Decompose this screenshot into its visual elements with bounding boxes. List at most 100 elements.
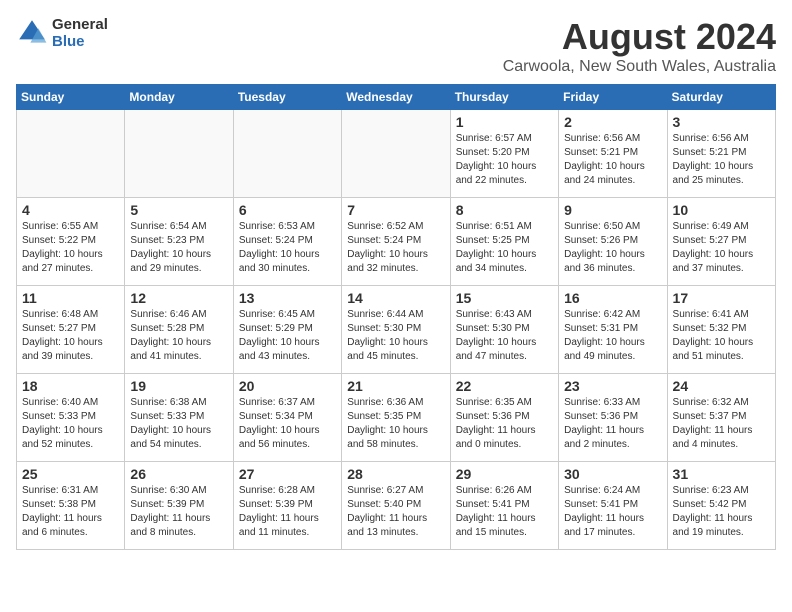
day-cell: 20 Sunrise: 6:37 AM Sunset: 5:34 PM Dayli… bbox=[233, 374, 341, 462]
header-saturday: Saturday bbox=[667, 85, 775, 110]
logo-icon bbox=[16, 17, 48, 49]
day-info: Sunrise: 6:23 AM Sunset: 5:42 PM Dayligh… bbox=[673, 484, 770, 540]
title-section: August 2024 Carwoola, New South Wales, A… bbox=[503, 16, 776, 76]
day-info: Sunrise: 6:36 AM Sunset: 5:35 PM Dayligh… bbox=[347, 396, 444, 452]
calendar-title: August 2024 bbox=[503, 16, 776, 58]
day-info: Sunrise: 6:48 AM Sunset: 5:27 PM Dayligh… bbox=[22, 308, 119, 364]
day-cell: 22 Sunrise: 6:35 AM Sunset: 5:36 PM Dayli… bbox=[450, 374, 558, 462]
day-info: Sunrise: 6:51 AM Sunset: 5:25 PM Dayligh… bbox=[456, 220, 553, 276]
day-number: 2 bbox=[564, 114, 661, 130]
day-cell: 18Sunrise: 6:40 AM Sunset: 5:33 PM Dayli… bbox=[17, 374, 125, 462]
day-number: 26 bbox=[130, 466, 227, 482]
day-cell bbox=[125, 110, 233, 198]
day-info: Sunrise: 6:50 AM Sunset: 5:26 PM Dayligh… bbox=[564, 220, 661, 276]
day-cell: 24Sunrise: 6:32 AM Sunset: 5:37 PM Dayli… bbox=[667, 374, 775, 462]
day-info: Sunrise: 6:38 AM Sunset: 5:33 PM Dayligh… bbox=[130, 396, 227, 452]
day-info: Sunrise: 6:43 AM Sunset: 5:30 PM Dayligh… bbox=[456, 308, 553, 364]
day-info: Sunrise: 6:54 AM Sunset: 5:23 PM Dayligh… bbox=[130, 220, 227, 276]
day-info: Sunrise: 6:44 AM Sunset: 5:30 PM Dayligh… bbox=[347, 308, 444, 364]
day-number: 23 bbox=[564, 378, 661, 394]
day-info: Sunrise: 6:37 AM Sunset: 5:34 PM Dayligh… bbox=[239, 396, 336, 452]
day-number: 1 bbox=[456, 114, 553, 130]
day-cell: 25 Sunrise: 6:31 AM Sunset: 5:38 PM Dayli… bbox=[17, 462, 125, 550]
day-info: Sunrise: 6:56 AM Sunset: 5:21 PM Dayligh… bbox=[564, 132, 661, 188]
day-cell: 14Sunrise: 6:44 AM Sunset: 5:30 PM Dayli… bbox=[342, 286, 450, 374]
day-number: 19 bbox=[130, 378, 227, 394]
day-number: 22 bbox=[456, 378, 553, 394]
day-number: 20 bbox=[239, 378, 336, 394]
day-cell: 30 Sunrise: 6:24 AM Sunset: 5:41 PM Dayli… bbox=[559, 462, 667, 550]
header-wednesday: Wednesday bbox=[342, 85, 450, 110]
day-number: 21 bbox=[347, 378, 444, 394]
day-info: Sunrise: 6:45 AM Sunset: 5:29 PM Dayligh… bbox=[239, 308, 336, 364]
day-cell: 9 Sunrise: 6:50 AM Sunset: 5:26 PM Daylig… bbox=[559, 198, 667, 286]
day-info: Sunrise: 6:33 AM Sunset: 5:36 PM Dayligh… bbox=[564, 396, 661, 452]
day-number: 17 bbox=[673, 290, 770, 306]
day-number: 13 bbox=[239, 290, 336, 306]
day-number: 12 bbox=[130, 290, 227, 306]
day-cell: 26 Sunrise: 6:30 AM Sunset: 5:39 PM Dayli… bbox=[125, 462, 233, 550]
day-cell: 4Sunrise: 6:55 AM Sunset: 5:22 PM Daylig… bbox=[17, 198, 125, 286]
day-cell: 15 Sunrise: 6:43 AM Sunset: 5:30 PM Dayli… bbox=[450, 286, 558, 374]
header-tuesday: Tuesday bbox=[233, 85, 341, 110]
day-number: 8 bbox=[456, 202, 553, 218]
header-thursday: Thursday bbox=[450, 85, 558, 110]
header-sunday: Sunday bbox=[17, 85, 125, 110]
day-cell: 31 Sunrise: 6:23 AM Sunset: 5:42 PM Dayli… bbox=[667, 462, 775, 550]
day-info: Sunrise: 6:46 AM Sunset: 5:28 PM Dayligh… bbox=[130, 308, 227, 364]
day-info: Sunrise: 6:52 AM Sunset: 5:24 PM Dayligh… bbox=[347, 220, 444, 276]
logo-text: General Blue bbox=[52, 16, 108, 50]
day-number: 31 bbox=[673, 466, 770, 482]
day-number: 29 bbox=[456, 466, 553, 482]
day-number: 25 bbox=[22, 466, 119, 482]
day-info: Sunrise: 6:35 AM Sunset: 5:36 PM Dayligh… bbox=[456, 396, 553, 452]
week-row-3: 11 Sunrise: 6:48 AM Sunset: 5:27 PM Dayli… bbox=[17, 286, 776, 374]
day-number: 15 bbox=[456, 290, 553, 306]
day-cell: 7Sunrise: 6:52 AM Sunset: 5:24 PM Daylig… bbox=[342, 198, 450, 286]
day-cell: 6 Sunrise: 6:53 AM Sunset: 5:24 PM Daylig… bbox=[233, 198, 341, 286]
day-info: Sunrise: 6:56 AM Sunset: 5:21 PM Dayligh… bbox=[673, 132, 770, 188]
day-cell bbox=[17, 110, 125, 198]
day-number: 30 bbox=[564, 466, 661, 482]
day-cell: 13 Sunrise: 6:45 AM Sunset: 5:29 PM Dayli… bbox=[233, 286, 341, 374]
day-info: Sunrise: 6:30 AM Sunset: 5:39 PM Dayligh… bbox=[130, 484, 227, 540]
day-number: 16 bbox=[564, 290, 661, 306]
day-info: Sunrise: 6:31 AM Sunset: 5:38 PM Dayligh… bbox=[22, 484, 119, 540]
week-row-1: 1 Sunrise: 6:57 AM Sunset: 5:20 PM Daylig… bbox=[17, 110, 776, 198]
day-cell: 17 Sunrise: 6:41 AM Sunset: 5:32 PM Dayli… bbox=[667, 286, 775, 374]
day-info: Sunrise: 6:26 AM Sunset: 5:41 PM Dayligh… bbox=[456, 484, 553, 540]
day-cell: 27 Sunrise: 6:28 AM Sunset: 5:39 PM Dayli… bbox=[233, 462, 341, 550]
week-row-4: 18Sunrise: 6:40 AM Sunset: 5:33 PM Dayli… bbox=[17, 374, 776, 462]
week-row-5: 25 Sunrise: 6:31 AM Sunset: 5:38 PM Dayli… bbox=[17, 462, 776, 550]
day-info: Sunrise: 6:42 AM Sunset: 5:31 PM Dayligh… bbox=[564, 308, 661, 364]
day-info: Sunrise: 6:53 AM Sunset: 5:24 PM Dayligh… bbox=[239, 220, 336, 276]
day-cell: 23 Sunrise: 6:33 AM Sunset: 5:36 PM Dayli… bbox=[559, 374, 667, 462]
day-number: 6 bbox=[239, 202, 336, 218]
day-cell: 8 Sunrise: 6:51 AM Sunset: 5:25 PM Daylig… bbox=[450, 198, 558, 286]
day-cell: 10 Sunrise: 6:49 AM Sunset: 5:27 PM Dayli… bbox=[667, 198, 775, 286]
day-number: 11 bbox=[22, 290, 119, 306]
day-info: Sunrise: 6:41 AM Sunset: 5:32 PM Dayligh… bbox=[673, 308, 770, 364]
day-number: 4 bbox=[22, 202, 119, 218]
logo: General Blue bbox=[16, 16, 108, 50]
header-friday: Friday bbox=[559, 85, 667, 110]
day-info: Sunrise: 6:32 AM Sunset: 5:37 PM Dayligh… bbox=[673, 396, 770, 452]
page-header: General Blue August 2024 Carwoola, New S… bbox=[16, 16, 776, 76]
calendar-table: SundayMondayTuesdayWednesdayThursdayFrid… bbox=[16, 84, 776, 550]
day-info: Sunrise: 6:27 AM Sunset: 5:40 PM Dayligh… bbox=[347, 484, 444, 540]
day-cell: 11 Sunrise: 6:48 AM Sunset: 5:27 PM Dayli… bbox=[17, 286, 125, 374]
day-info: Sunrise: 6:28 AM Sunset: 5:39 PM Dayligh… bbox=[239, 484, 336, 540]
day-number: 10 bbox=[673, 202, 770, 218]
day-cell: 3Sunrise: 6:56 AM Sunset: 5:21 PM Daylig… bbox=[667, 110, 775, 198]
day-info: Sunrise: 6:49 AM Sunset: 5:27 PM Dayligh… bbox=[673, 220, 770, 276]
day-info: Sunrise: 6:24 AM Sunset: 5:41 PM Dayligh… bbox=[564, 484, 661, 540]
day-info: Sunrise: 6:57 AM Sunset: 5:20 PM Dayligh… bbox=[456, 132, 553, 188]
day-cell: 12 Sunrise: 6:46 AM Sunset: 5:28 PM Dayli… bbox=[125, 286, 233, 374]
day-number: 9 bbox=[564, 202, 661, 218]
day-cell: 19 Sunrise: 6:38 AM Sunset: 5:33 PM Dayli… bbox=[125, 374, 233, 462]
day-number: 5 bbox=[130, 202, 227, 218]
day-cell bbox=[233, 110, 341, 198]
header-row: SundayMondayTuesdayWednesdayThursdayFrid… bbox=[17, 85, 776, 110]
day-cell: 1 Sunrise: 6:57 AM Sunset: 5:20 PM Daylig… bbox=[450, 110, 558, 198]
day-number: 27 bbox=[239, 466, 336, 482]
